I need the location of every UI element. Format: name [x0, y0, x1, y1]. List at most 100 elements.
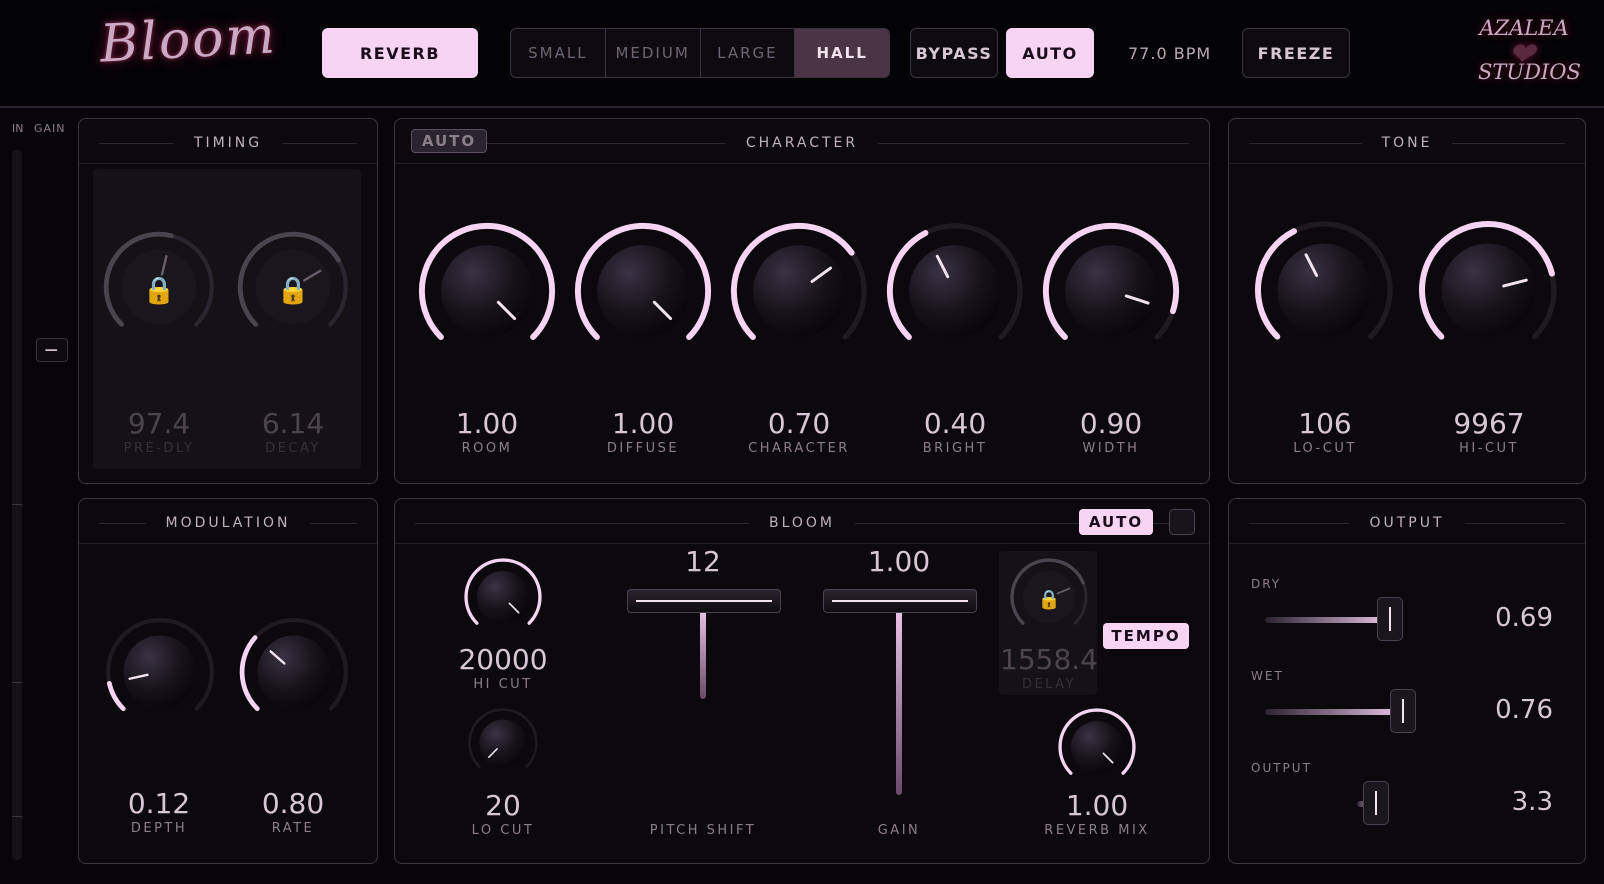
- bloom-gain-track: [896, 609, 902, 795]
- rate-value: 0.80: [261, 787, 325, 820]
- bloom-lo-cut-label: LO CUT: [471, 823, 535, 838]
- diffuse-label: DIFFUSE: [606, 441, 680, 456]
- reverb-mix-value: 1.00: [1065, 789, 1129, 822]
- knob-body: [597, 245, 689, 337]
- size-medium-button[interactable]: MEDIUM: [606, 29, 701, 77]
- character-label: CHARACTER: [748, 441, 850, 456]
- knob-body: [479, 719, 527, 767]
- knob-value-arc: [106, 680, 126, 712]
- plugin-window: Bloom REVERB SMALL MEDIUM LARGE HALL BYP…: [0, 0, 1604, 884]
- character-knob[interactable]: [725, 217, 873, 365]
- pitch-shift-label: PITCH SHIFT: [649, 823, 757, 838]
- knob-body: [257, 635, 331, 709]
- auto-button[interactable]: AUTO: [1006, 28, 1094, 78]
- modulation-title: MODULATION: [165, 515, 291, 531]
- bright-knob[interactable]: [881, 217, 1029, 365]
- wet-value: 0.76: [1495, 695, 1553, 725]
- knob-body: [1065, 245, 1157, 337]
- width-knob[interactable]: [1037, 217, 1185, 365]
- knob-value-arc: [239, 635, 260, 712]
- diffuse-value: 1.00: [611, 407, 675, 440]
- decay-value: 6.14: [261, 407, 325, 440]
- modulation-panel: MODULATION 0.12 DEPTH 0.80 RATE: [78, 498, 378, 864]
- in-label: IN: [12, 122, 24, 135]
- dry-slider-thumb[interactable]: [1377, 597, 1404, 641]
- bright-value: 0.40: [923, 407, 987, 440]
- bpm-readout: 77.0 BPM: [1128, 44, 1212, 63]
- output-value: 3.3: [1511, 787, 1553, 817]
- character-title: CHARACTER: [745, 135, 859, 151]
- wet-label: WET: [1251, 669, 1284, 683]
- lo-cut-knob-bloom[interactable]: [465, 705, 541, 781]
- input-gain-handle[interactable]: —: [36, 338, 68, 362]
- bypass-button[interactable]: BYPASS: [910, 28, 998, 78]
- hi-cut-value: 9967: [1453, 407, 1525, 440]
- pitch-shift-track: [700, 609, 706, 699]
- room-label: ROOM: [461, 441, 513, 456]
- bloom-lo-cut-value: 20: [485, 789, 521, 822]
- timing-title: TIMING: [193, 135, 263, 151]
- tone-title: TONE: [1381, 135, 1433, 151]
- character-panel: CHARACTER AUTO 1.00 ROOM 1.00 DIFFUSE 0.…: [394, 118, 1210, 484]
- depth-knob[interactable]: [101, 613, 219, 731]
- azalea-studios-logo: AZALEA ❤ STUDIOS: [1478, 6, 1581, 98]
- decay-knob[interactable]: 🔒: [233, 227, 353, 347]
- bloom-logo: Bloom: [98, 5, 279, 75]
- bright-label: BRIGHT: [922, 441, 988, 456]
- knob-body: [441, 245, 533, 337]
- bloom-hi-cut-value: 20000: [458, 643, 548, 676]
- width-label: WIDTH: [1082, 441, 1140, 456]
- reverb-mix-knob[interactable]: [1055, 705, 1139, 789]
- room-size-selector: SMALL MEDIUM LARGE HALL: [510, 28, 890, 78]
- diffuse-knob[interactable]: [569, 217, 717, 365]
- tone-panel: TONE 106 LO-CUT 9967 HI-CUT: [1228, 118, 1586, 484]
- output-title: OUTPUT: [1369, 515, 1445, 531]
- bloom-auto-button[interactable]: AUTO: [1079, 509, 1153, 535]
- character-value: 0.70: [767, 407, 831, 440]
- top-bar: Bloom REVERB SMALL MEDIUM LARGE HALL BYP…: [0, 0, 1604, 108]
- dry-value: 0.69: [1495, 603, 1553, 633]
- tempo-button[interactable]: TEMPO: [1103, 623, 1189, 649]
- knob-body: [476, 570, 530, 624]
- rate-knob[interactable]: [235, 613, 353, 731]
- knob-body: [753, 245, 845, 337]
- pitch-shift-slider[interactable]: [627, 589, 781, 613]
- bloom-gain-slider[interactable]: [823, 589, 977, 613]
- bloom-toggle-checkbox[interactable]: [1169, 509, 1195, 535]
- bloom-panel: BLOOM AUTO 20000 HI CUT 20 LO CUT 12 PIT…: [394, 498, 1210, 864]
- hi-cut-knob[interactable]: [1413, 215, 1563, 365]
- wet-slider-track: [1265, 709, 1402, 715]
- bloom-title: BLOOM: [768, 515, 836, 531]
- hi-cut-label: HI-CUT: [1459, 441, 1519, 456]
- lo-cut-value: 106: [1298, 407, 1352, 440]
- size-small-button[interactable]: SMALL: [511, 29, 606, 77]
- freeze-button[interactable]: FREEZE: [1242, 28, 1350, 78]
- lo-cut-label: LO-CUT: [1293, 441, 1357, 456]
- character-auto-button[interactable]: AUTO: [411, 129, 487, 153]
- delay-knob[interactable]: 🔒: [1007, 555, 1091, 639]
- lock-icon: 🔒: [143, 275, 176, 306]
- dry-label: DRY: [1251, 577, 1282, 591]
- knob-body: [1441, 243, 1535, 337]
- width-value: 0.90: [1079, 407, 1143, 440]
- room-knob[interactable]: [413, 217, 561, 365]
- knob-body: [1070, 720, 1124, 774]
- size-hall-button[interactable]: HALL: [795, 29, 889, 77]
- knob-body: [909, 245, 1001, 337]
- bloom-gain-label: GAIN: [877, 823, 921, 838]
- wet-slider-thumb[interactable]: [1389, 689, 1416, 733]
- timing-panel: TIMING 🔒 🔒 97.4 PRE-DLY 6.14 DECAY: [78, 118, 378, 484]
- input-level-meter: [12, 150, 22, 860]
- output-slider-thumb[interactable]: [1363, 781, 1389, 825]
- gain-label: GAIN: [34, 122, 66, 135]
- heart-icon: ❤: [1508, 35, 1535, 73]
- pitch-shift-value: 12: [685, 545, 721, 578]
- reverb-mode-button[interactable]: REVERB: [322, 28, 478, 78]
- lock-icon: 🔒: [1038, 589, 1061, 610]
- room-value: 1.00: [455, 407, 519, 440]
- pre-delay-knob[interactable]: 🔒: [99, 227, 219, 347]
- lo-cut-knob[interactable]: [1249, 215, 1399, 365]
- bloom-hi-cut-label: HI CUT: [473, 677, 533, 692]
- size-large-button[interactable]: LARGE: [701, 29, 796, 77]
- hi-cut-knob-bloom[interactable]: [461, 555, 545, 639]
